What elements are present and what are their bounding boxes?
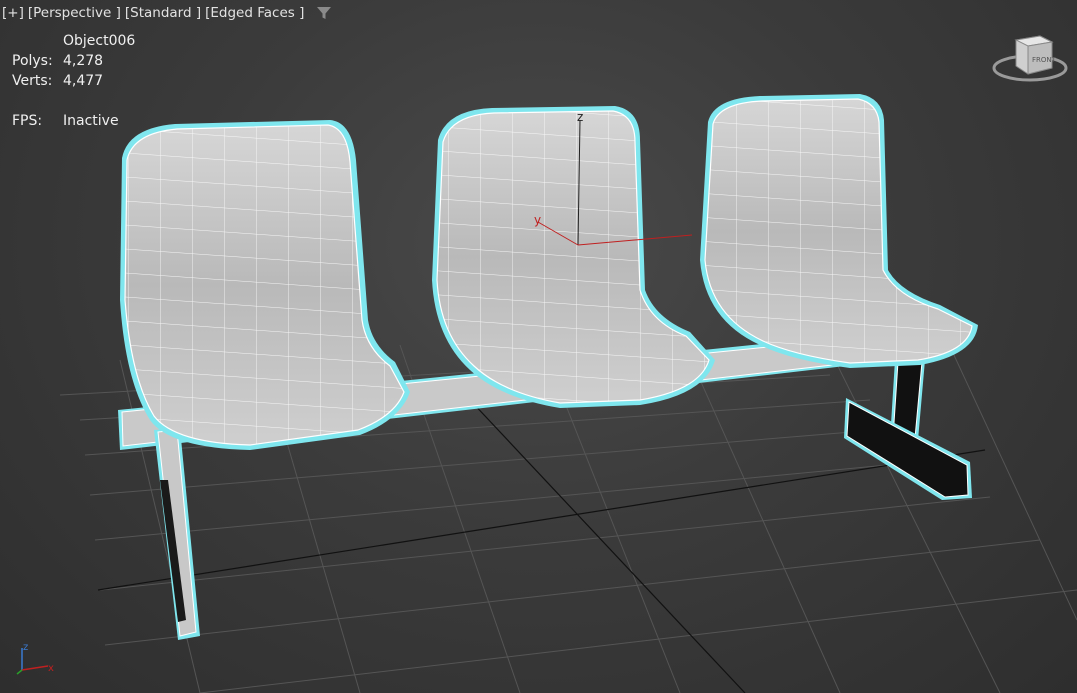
seat-right [700, 94, 978, 368]
seat-middle [432, 106, 715, 408]
verts-value: 4,477 [63, 73, 104, 89]
seat-left [120, 120, 410, 450]
verts-label: Verts: [12, 73, 53, 89]
object-name: Object006 [63, 33, 136, 49]
viewport-menu-plus[interactable]: [+] [2, 5, 24, 21]
viewcube-front-label: FRONT [1032, 56, 1057, 64]
tripod-x-label: x [48, 663, 54, 674]
viewport-view-label[interactable]: [Perspective ] [28, 5, 121, 21]
viewport-edged-faces[interactable]: [Edged Faces ] [205, 5, 304, 21]
tripod-z-label: z [23, 642, 28, 653]
viewport-statistics: Object006 Polys: 4,278 Verts: 4,477 FPS: In… [12, 31, 135, 131]
filter-icon[interactable] [316, 5, 332, 21]
gizmo-z-label: z [577, 110, 583, 124]
viewcube[interactable]: FRONT [990, 30, 1070, 90]
right-leg [844, 360, 972, 500]
gizmo-y-label: y [534, 213, 541, 227]
viewport-shading-standard[interactable]: [Standard ] [125, 5, 201, 21]
perspective-viewport[interactable]: z y [0, 0, 1077, 693]
polys-label: Polys: [12, 53, 53, 69]
viewport-label-bar: [+] [Perspective ] [Standard ] [Edged Fa… [2, 3, 332, 23]
fps-label: FPS: [12, 113, 43, 129]
fps-value: Inactive [63, 113, 119, 129]
polys-value: 4,278 [63, 53, 104, 69]
axis-tripod: z x [12, 638, 62, 678]
